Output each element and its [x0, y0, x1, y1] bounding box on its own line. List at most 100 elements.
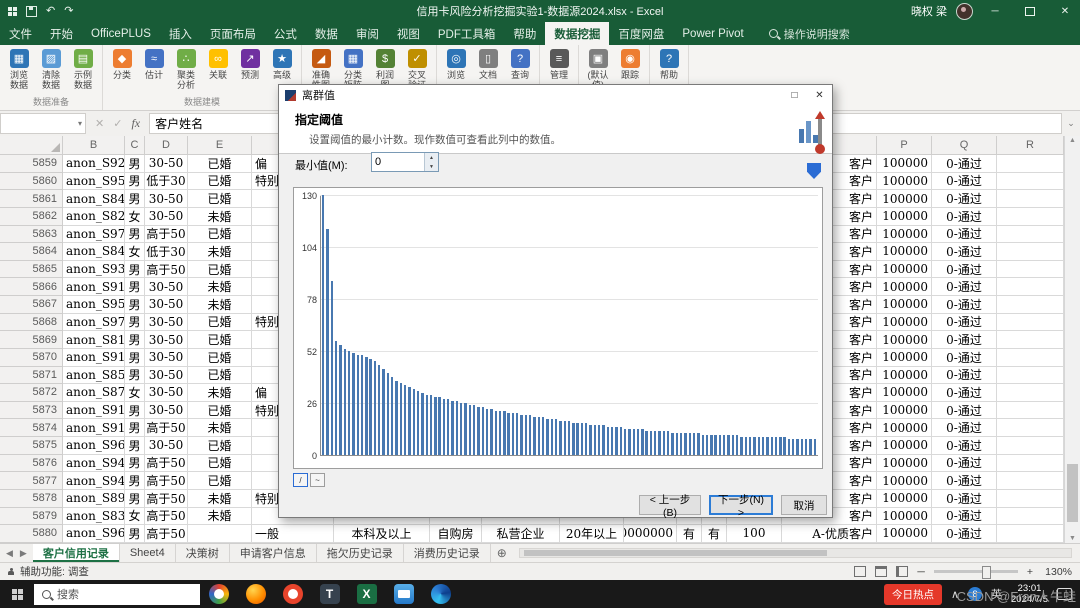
vertical-scrollbar[interactable]: ▲ ▼: [1064, 136, 1080, 543]
insert-function-icon[interactable]: fx: [131, 116, 140, 131]
zoom-slider[interactable]: [934, 570, 1018, 573]
cell-C5861[interactable]: 男: [125, 190, 145, 208]
cell-B5872[interactable]: anon_S8761: [63, 384, 125, 402]
ribbon-button-聚类分析[interactable]: ∴聚类分析: [170, 47, 202, 91]
cell-C5879[interactable]: 女: [125, 508, 145, 526]
dialog-maximize-icon[interactable]: □: [782, 85, 807, 105]
cell-R5872[interactable]: [997, 384, 1064, 402]
cell-R5861[interactable]: [997, 190, 1064, 208]
sheet-tab-拖欠历史记录[interactable]: 拖欠历史记录: [317, 544, 404, 562]
cell-Q5863[interactable]: 0-通过: [932, 226, 997, 244]
cell-R5874[interactable]: [997, 419, 1064, 437]
ribbon-tab-OfficePLUS[interactable]: OfficePLUS: [82, 22, 160, 45]
ribbon-button-示例数据[interactable]: ▤示例数据: [67, 47, 99, 91]
cell-E5874[interactable]: 未婚: [188, 419, 252, 437]
ribbon-tab-数据挖掘[interactable]: 数据挖掘: [545, 22, 609, 45]
cell-G5880[interactable]: 本科及以上: [334, 525, 430, 543]
cell-C5862[interactable]: 女: [125, 208, 145, 226]
cell-P5879[interactable]: 100000: [877, 508, 932, 526]
column-header-Q[interactable]: Q: [932, 136, 997, 155]
cell-O5880[interactable]: A-优质客户: [782, 525, 877, 543]
cell-D5880[interactable]: 高于50: [145, 525, 188, 543]
ribbon-tab-百度网盘[interactable]: 百度网盘: [609, 22, 673, 45]
cell-E5868[interactable]: 已婚: [188, 314, 252, 332]
column-header-B[interactable]: B: [63, 136, 125, 155]
cell-R5860[interactable]: [997, 173, 1064, 191]
row-header-5866[interactable]: 5866: [0, 278, 63, 296]
ribbon-tab-PDF工具箱[interactable]: PDF工具箱: [429, 22, 505, 45]
cell-C5863[interactable]: 男: [125, 226, 145, 244]
cancel-button[interactable]: 取消: [781, 495, 827, 515]
cell-E5879[interactable]: 未婚: [188, 508, 252, 526]
ribbon-button-分类[interactable]: ◆分类: [106, 47, 138, 80]
back-button[interactable]: < 上一步(B): [639, 495, 701, 515]
cell-E5880[interactable]: [188, 525, 252, 543]
select-all-corner[interactable]: [0, 136, 63, 155]
cell-E5869[interactable]: 已婚: [188, 331, 252, 349]
sheet-tab-决策树[interactable]: 决策树: [176, 544, 230, 562]
minimize-button[interactable]: ─: [982, 0, 1008, 22]
zoom-slider-thumb[interactable]: [982, 566, 991, 579]
ribbon-button-预测[interactable]: ↗预测: [234, 47, 266, 80]
normal-view-icon[interactable]: [854, 566, 866, 577]
row-header-5864[interactable]: 5864: [0, 243, 63, 261]
cell-D5873[interactable]: 30-50: [145, 402, 188, 420]
cell-D5870[interactable]: 30-50: [145, 349, 188, 367]
close-button[interactable]: ✕: [1052, 0, 1078, 22]
cell-B5874[interactable]: anon_S9121: [63, 419, 125, 437]
row-header-5863[interactable]: 5863: [0, 226, 63, 244]
cell-D5860[interactable]: 低于30: [145, 173, 188, 191]
cell-D5871[interactable]: 30-50: [145, 367, 188, 385]
cell-E5872[interactable]: 未婚: [188, 384, 252, 402]
cell-E5876[interactable]: 已婚: [188, 455, 252, 473]
cell-P5869[interactable]: 100000: [877, 331, 932, 349]
cell-C5875[interactable]: 男: [125, 437, 145, 455]
cell-D5878[interactable]: 高于50: [145, 490, 188, 508]
row-header-5861[interactable]: 5861: [0, 190, 63, 208]
cell-Q5869[interactable]: 0-通过: [932, 331, 997, 349]
user-name[interactable]: 晓权 梁: [911, 3, 947, 19]
cell-C5866[interactable]: 男: [125, 278, 145, 296]
cell-Q5865[interactable]: 0-通过: [932, 261, 997, 279]
cell-H5880[interactable]: 自购房: [430, 525, 482, 543]
row-header-5870[interactable]: 5870: [0, 349, 63, 367]
ribbon-button-估计[interactable]: ≈估计: [138, 47, 170, 80]
row-header-5869[interactable]: 5869: [0, 331, 63, 349]
cell-C5865[interactable]: 男: [125, 261, 145, 279]
scroll-down-icon[interactable]: ▼: [1065, 535, 1080, 542]
horizontal-scrollbar[interactable]: [519, 548, 1072, 558]
cell-R5879[interactable]: [997, 508, 1064, 526]
cell-R5869[interactable]: [997, 331, 1064, 349]
cell-P5866[interactable]: 100000: [877, 278, 932, 296]
ribbon-button-跟踪[interactable]: ◉跟踪: [614, 47, 646, 80]
cell-C5873[interactable]: 男: [125, 402, 145, 420]
cell-Q5877[interactable]: 0-通过: [932, 472, 997, 490]
cell-P5865[interactable]: 100000: [877, 261, 932, 279]
cell-R5880[interactable]: [997, 525, 1064, 543]
ribbon-button-清除数据[interactable]: ▨清除数据: [35, 47, 67, 91]
cell-P5862[interactable]: 100000: [877, 208, 932, 226]
cell-R5873[interactable]: [997, 402, 1064, 420]
cell-D5869[interactable]: 30-50: [145, 331, 188, 349]
taskbar-app-typora[interactable]: [311, 580, 348, 608]
cell-C5872[interactable]: 女: [125, 384, 145, 402]
cell-Q5872[interactable]: 0-通过: [932, 384, 997, 402]
confirm-entry-icon[interactable]: ✓: [113, 117, 122, 130]
sheet-tab-申请客户信息[interactable]: 申请客户信息: [230, 544, 317, 562]
ribbon-tab-插入[interactable]: 插入: [160, 22, 201, 45]
add-sheet-button[interactable]: ⊕: [491, 544, 513, 562]
page-break-view-icon[interactable]: [896, 566, 908, 577]
cell-E5866[interactable]: 未婚: [188, 278, 252, 296]
formula-bar-expand-icon[interactable]: ⌄: [1062, 118, 1080, 129]
spinner-down-icon[interactable]: ▼: [425, 162, 438, 171]
cell-B5878[interactable]: anon_S8986: [63, 490, 125, 508]
cell-B5868[interactable]: anon_S9720: [63, 314, 125, 332]
row-header-5879[interactable]: 5879: [0, 508, 63, 526]
cell-E5878[interactable]: 未婚: [188, 490, 252, 508]
tell-me-search[interactable]: 操作说明搜索: [769, 22, 850, 45]
cell-C5880[interactable]: 男: [125, 525, 145, 543]
cell-C5869[interactable]: 男: [125, 331, 145, 349]
row-header-5862[interactable]: 5862: [0, 208, 63, 226]
cell-Q5871[interactable]: 0-通过: [932, 367, 997, 385]
name-box-dropdown-icon[interactable]: ▾: [78, 119, 82, 128]
